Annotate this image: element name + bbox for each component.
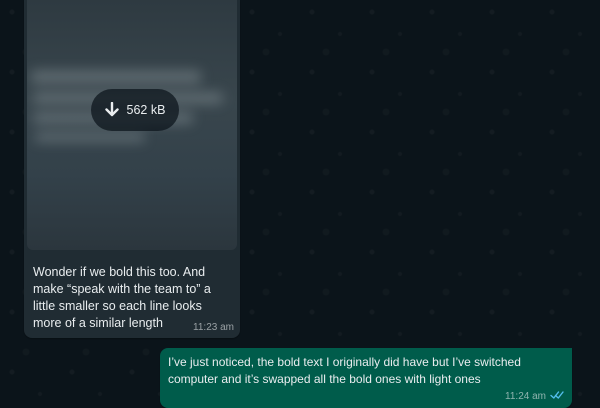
message-timestamp: 11:24 am — [505, 391, 546, 402]
outgoing-message-bubble[interactable]: I’ve just noticed, the bold text I origi… — [160, 348, 572, 408]
message-text: I’ve just noticed, the bold text I origi… — [168, 355, 521, 386]
double-check-icon — [550, 390, 564, 403]
download-button[interactable]: 562 kB — [91, 89, 179, 131]
blurred-preview-line — [35, 132, 145, 142]
download-arrow-icon — [104, 102, 119, 118]
media-attachment-preview[interactable]: 562 kB — [27, 0, 237, 250]
incoming-message-bubble[interactable]: 562 kB Wonder if we bold this too. And m… — [24, 0, 240, 338]
file-size-label: 562 kB — [126, 103, 166, 117]
blurred-preview-line — [31, 70, 201, 84]
message-meta: 11:24 am — [505, 390, 564, 403]
message-timestamp: 11:23 am — [193, 322, 234, 333]
